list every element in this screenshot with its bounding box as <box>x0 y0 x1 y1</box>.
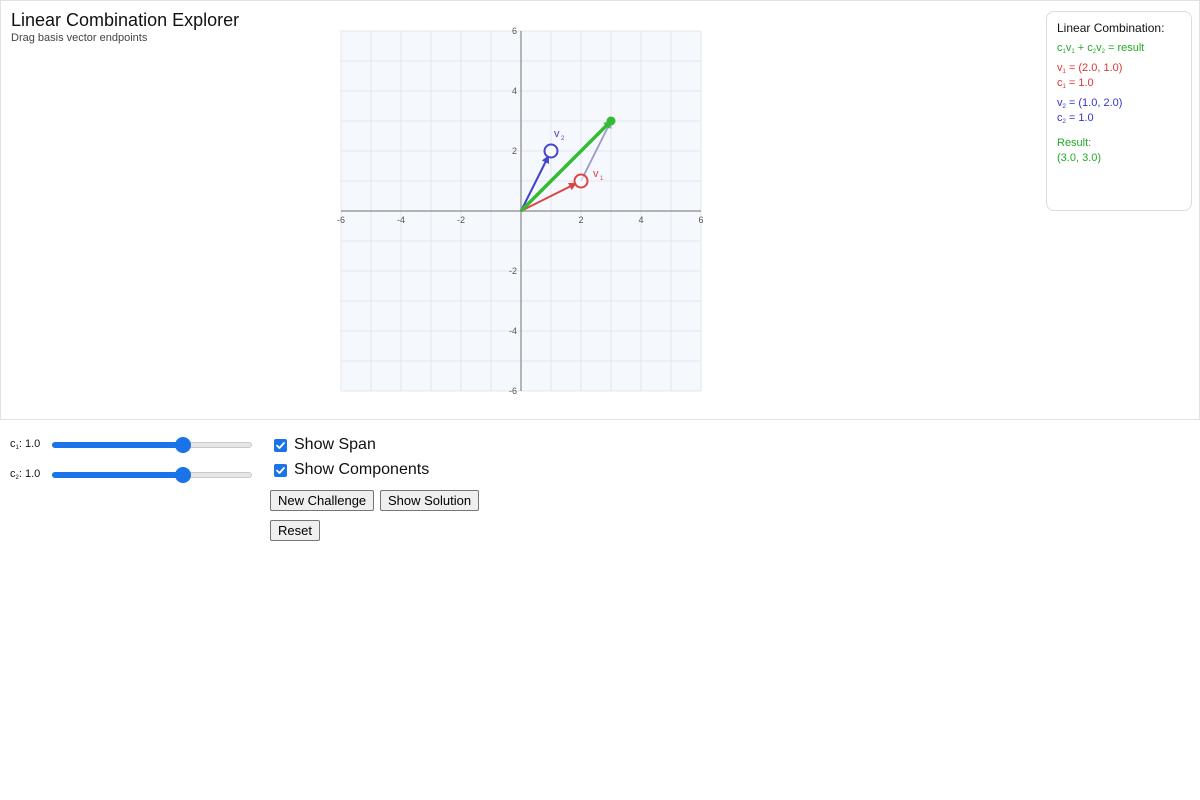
x-tick-label: 2 <box>578 215 583 225</box>
v1-value: v1 = (2.0, 1.0) <box>1057 62 1123 75</box>
v2-drag-handle[interactable] <box>543 143 559 159</box>
y-tick-label: -4 <box>509 326 517 336</box>
c2-slider-fill <box>52 472 183 478</box>
c2-slider-row: c2: 1.0 <box>10 467 252 483</box>
v2-label: v <box>554 128 560 140</box>
c2-slider-thumb[interactable] <box>175 467 191 483</box>
result-value: (3.0, 3.0) <box>1057 152 1102 164</box>
c1-slider[interactable] <box>52 437 252 453</box>
result-endpoint <box>606 116 616 126</box>
c1-slider-row: c1: 1.0 <box>10 437 252 453</box>
c2-value: c2 = 1.0 <box>1057 112 1094 125</box>
x-tick-label: 6 <box>698 215 703 225</box>
show-span-label[interactable]: Show Span <box>294 436 376 454</box>
c2-label: c2: 1.0 <box>10 468 41 481</box>
show-components-row[interactable]: Show Components <box>274 461 429 479</box>
visualization-area: Linear Combination Explorer Drag basis v… <box>0 0 1200 420</box>
c1-slider-fill <box>52 442 183 448</box>
c1-slider-thumb[interactable] <box>175 437 191 453</box>
y-tick-label: 2 <box>512 146 517 156</box>
show-span-row[interactable]: Show Span <box>274 436 376 454</box>
x-tick-label: 4 <box>638 215 643 225</box>
y-tick-label: 6 <box>512 26 517 36</box>
x-tick-label: -4 <box>397 215 405 225</box>
formula-text: c1v1 + c2v2 = result <box>1057 42 1145 55</box>
y-tick-label: -2 <box>509 266 517 276</box>
show-solution-button[interactable]: Show Solution <box>380 490 480 511</box>
reset-button[interactable]: Reset <box>270 520 320 541</box>
y-tick-label: 4 <box>512 86 517 96</box>
vector-graph[interactable]: -6 -4 -2 2 4 6642-2-4-6v 1v 2 <box>1 1 1199 419</box>
controls-panel: c1: 1.0 c2: 1.0 Show Span Show Component… <box>0 420 1200 800</box>
result-label: Result: <box>1057 137 1092 149</box>
info-heading: Linear Combination: <box>1057 21 1165 35</box>
show-components-label[interactable]: Show Components <box>294 461 429 479</box>
new-challenge-button[interactable]: New Challenge <box>270 490 375 511</box>
y-tick-label: -6 <box>509 386 517 396</box>
v1-drag-handle[interactable] <box>573 173 589 189</box>
checkmark-icon <box>276 466 285 474</box>
info-panel: Linear Combination: c1v1 + c2v2 = result… <box>1046 11 1192 211</box>
v1-label: v <box>593 168 599 180</box>
x-tick-label: -2 <box>457 215 465 225</box>
c2-slider[interactable] <box>52 467 252 483</box>
x-tick-label: -6 <box>337 215 345 225</box>
show-components-checkbox[interactable] <box>274 463 287 477</box>
show-span-checkbox[interactable] <box>274 438 287 452</box>
c1-value: c1 = 1.0 <box>1057 77 1094 90</box>
v2-value: v2 = (1.0, 2.0) <box>1057 97 1123 110</box>
checkmark-icon <box>276 441 285 449</box>
c1-label: c1: 1.0 <box>10 438 41 451</box>
